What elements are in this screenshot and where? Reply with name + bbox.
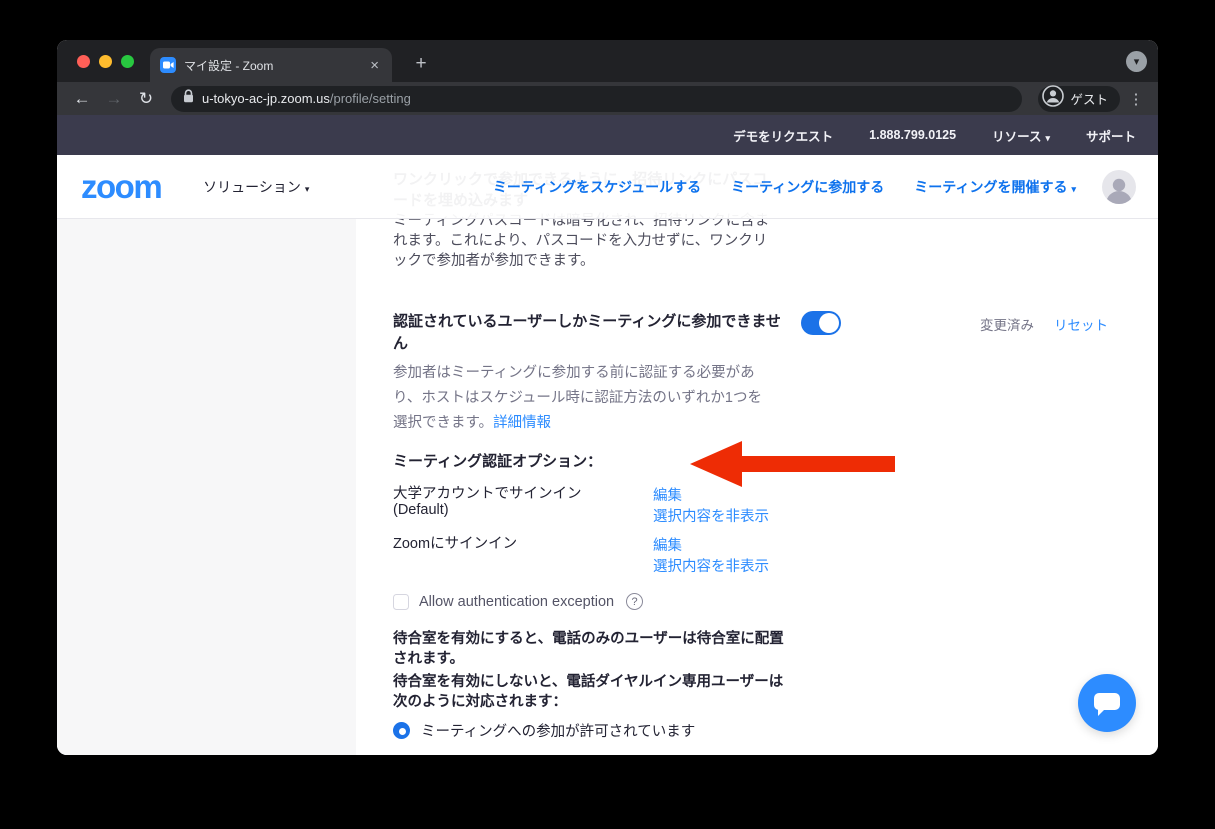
close-window-button[interactable] [77,55,90,68]
settings-content: ワンクリックで参加できるように、招待リンクにパスコードを埋め込みます ミーティン… [393,155,1158,755]
toggle-knob [819,313,839,333]
zoom-settings-page: デモをリクエスト 1.888.799.0125 リソース▾ サポート ワンクリッ… [57,115,1158,755]
account-avatar[interactable] [1102,170,1136,204]
auth-option-row-zoom: Zoomにサインイン 編集 選択内容を非表示 [393,536,1158,578]
embedded-passcode-description: ミーティングパスコードは暗号化され、招待リンクに含まれます。これにより、パスコー… [393,211,775,271]
settings-sidebar [57,219,356,755]
radio-block-join[interactable]: ミーティングへの参加がブロックされています [393,753,1158,755]
waiting-room-note-1: 待合室を有効にすると、電話のみのユーザーは待合室に配置されます。 [393,630,797,669]
guest-label: ゲスト [1070,89,1108,108]
guest-avatar-icon [1042,85,1064,112]
chevron-down-icon: ▾ [1045,133,1050,143]
window-controls [77,55,134,68]
option-actions: 編集 選択内容を非表示 [653,486,1158,528]
radio-icon [393,722,410,739]
help-icon[interactable]: ? [626,593,643,610]
zoom-window-button[interactable] [121,55,134,68]
tab-strip: マイ設定 - Zoom × + ▾ [57,40,1158,82]
reset-link[interactable]: リセット [1054,314,1108,334]
chat-bubble-icon [1094,693,1120,710]
chevron-down-icon: ▾ [1071,184,1076,194]
address-bar[interactable]: u-tokyo-ac-jp.zoom.us/profile/setting [171,86,1022,112]
edit-link[interactable]: 編集 [653,486,1158,507]
browser-menu-icon[interactable]: ⋮ [1126,90,1146,108]
join-meeting-link[interactable]: ミーティングに参加する [731,177,884,197]
host-meeting-menu[interactable]: ミーティングを開催する▾ [914,177,1076,197]
edit-link[interactable]: 編集 [653,536,1158,557]
auth-option-row-university: 大学アカウントでサインイン (Default) 編集 選択内容を非表示 [393,486,1158,528]
auth-exception-checkbox[interactable] [393,594,409,610]
option-label: 大学アカウントでサインイン (Default) [393,486,653,528]
new-tab-button[interactable]: + [407,50,435,78]
setting-status: 変更済み リセット [980,311,1108,334]
reload-icon[interactable]: ↻ [133,86,159,112]
solutions-menu[interactable]: ソリューション▾ [203,177,309,197]
option-actions: 編集 選択内容を非表示 [653,536,1158,578]
phone-number-link[interactable]: 1.888.799.0125 [869,128,956,142]
option-label: Zoomにサインイン [393,536,653,578]
browser-window: マイ設定 - Zoom × + ▾ ← → ↻ u-tokyo-ac-jp.zo… [57,40,1158,755]
radio-allow-join[interactable]: ミーティングへの参加が許可されています [393,720,1158,740]
forward-icon[interactable]: → [101,86,127,112]
radio-icon [393,755,410,756]
chat-support-button[interactable] [1078,674,1136,732]
auth-exception-label: Allow authentication exception [419,594,614,610]
auth-setting-description: 参加者はミーティングに参加する前に認証する必要があり、ホストはスケジュール時に認… [393,361,771,436]
url-path: /profile/setting [330,91,411,106]
hide-selection-link[interactable]: 選択内容を非表示 [653,507,1158,528]
red-annotation-arrow [690,441,895,487]
tab-title: マイ設定 - Zoom [184,57,359,74]
auth-setting-row: 認証されているユーザーしかミーティングに参加できません 変更済み リセット [393,311,1158,355]
phone-user-options: ミーティングへの参加が許可されています ミーティングへの参加がブロックされていま… [393,720,1158,755]
lock-icon [183,89,194,108]
browser-tab[interactable]: マイ設定 - Zoom × [150,48,392,82]
zoom-logo[interactable]: zoom [81,170,161,203]
modified-badge: 変更済み [980,314,1034,334]
site-topbar: デモをリクエスト 1.888.799.0125 リソース▾ サポート [57,115,1158,155]
zoom-favicon-icon [160,57,176,73]
support-link[interactable]: サポート [1086,126,1136,145]
minimize-window-button[interactable] [99,55,112,68]
site-header: zoom ソリューション▾ ミーティングをスケジュールする ミーティングに参加す… [57,155,1158,219]
browser-toolbar: ← → ↻ u-tokyo-ac-jp.zoom.us/profile/sett… [57,82,1158,115]
request-demo-link[interactable]: デモをリクエスト [733,126,833,145]
auth-exception-row: Allow authentication exception ? [393,593,1158,610]
main-nav: ミーティングをスケジュールする ミーティングに参加する ミーティングを開催する▾ [493,177,1076,197]
chevron-down-icon: ▾ [305,184,310,194]
back-icon[interactable]: ← [69,86,95,112]
hide-selection-link[interactable]: 選択内容を非表示 [653,557,1158,578]
waiting-room-note-2: 待合室を有効にしないと、電話ダイヤルイン専用ユーザーは次のように対応されます： [393,673,797,712]
learn-more-link[interactable]: 詳細情報 [493,415,551,431]
auth-setting-title: 認証されているユーザーしかミーティングに参加できません [393,311,785,355]
tab-close-icon[interactable]: × [367,57,382,74]
url-domain: u-tokyo-ac-jp.zoom.us [202,91,330,106]
resources-menu[interactable]: リソース▾ [992,126,1050,145]
tab-search-button[interactable]: ▾ [1126,51,1147,72]
auth-toggle[interactable] [801,311,841,335]
profile-guest-button[interactable]: ゲスト [1038,86,1120,112]
schedule-meeting-link[interactable]: ミーティングをスケジュールする [493,177,701,197]
